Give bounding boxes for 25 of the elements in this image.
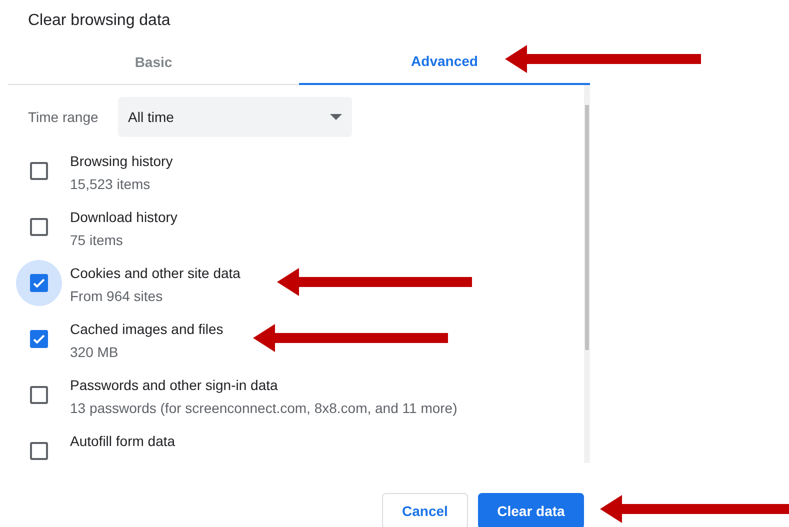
- checkbox[interactable]: [30, 386, 48, 404]
- item-detail: 75 items: [70, 231, 124, 250]
- item-label: Cookies and other site data: [70, 264, 240, 283]
- item-detail: 320 MB: [70, 343, 120, 362]
- scrollbar[interactable]: [585, 105, 589, 350]
- item-detail: From 964 sites: [70, 287, 164, 306]
- checkbox[interactable]: [30, 162, 48, 180]
- checkbox[interactable]: [30, 442, 48, 460]
- time-range-label: Time range: [28, 108, 100, 127]
- checkbox[interactable]: [30, 330, 48, 348]
- tab[interactable]: Basic: [8, 40, 299, 84]
- item-label: Download history: [70, 208, 178, 227]
- checkbox[interactable]: [30, 274, 48, 292]
- item-detail: 15,523 items: [70, 175, 152, 194]
- item-label: Cached images and files: [70, 320, 224, 339]
- caret-icon: [330, 114, 342, 120]
- time-range-dropdown[interactable]: All time: [118, 97, 352, 137]
- cancel-button[interactable]: Cancel: [382, 493, 468, 527]
- item-label: Autofill form data: [70, 432, 176, 451]
- dialog-title: Clear browsing data: [27, 11, 172, 31]
- item-detail: 13 passwords (for screenconnect.com, 8x8.com, and 11 more): [70, 399, 458, 418]
- checkbox[interactable]: [30, 218, 48, 236]
- item-label: Browsing history: [70, 152, 173, 171]
- clear-data-button[interactable]: Clear data: [478, 493, 584, 527]
- item-label: Passwords and other sign-in data: [70, 376, 279, 395]
